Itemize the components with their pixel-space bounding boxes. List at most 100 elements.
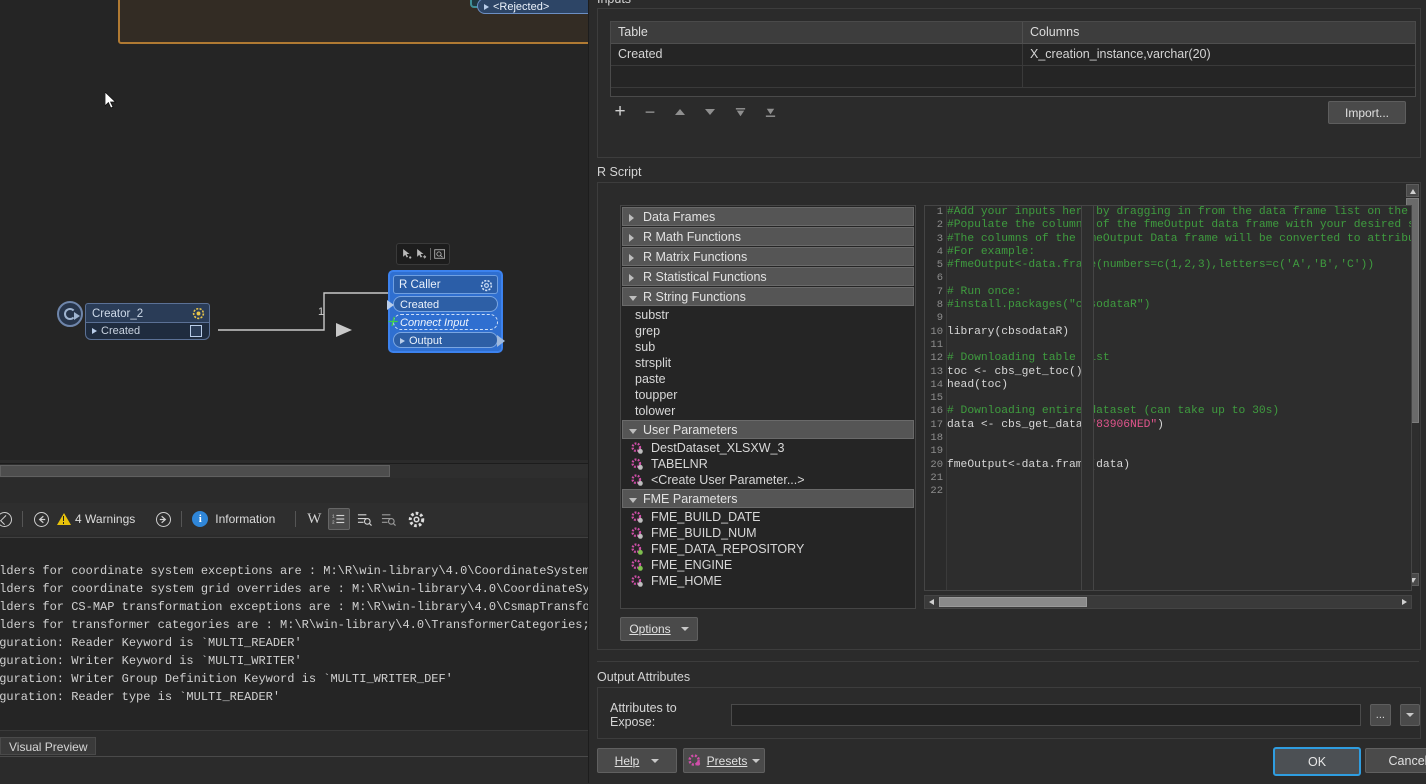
tree-group-data-frames[interactable]: Data Frames (622, 207, 914, 226)
table-row[interactable] (611, 66, 1415, 88)
code-line: #The columns of the fmeOutput Data frame… (947, 233, 1411, 246)
tree-item-label: toupper (635, 388, 678, 402)
table-row[interactable]: Created X_creation_instance,varchar(20) (611, 44, 1415, 66)
rejected-port[interactable]: <Rejected> (477, 0, 595, 14)
find-next-icon[interactable] (378, 509, 398, 529)
tree-group-r-statistical-functions[interactable]: R Statistical Functions (622, 267, 914, 286)
scroll-up-button[interactable] (1406, 184, 1419, 197)
code-content[interactable]: #Add your inputs here by dragging in fro… (947, 206, 1411, 499)
arrow-right-circle-icon[interactable] (153, 509, 173, 529)
tree-item[interactable]: FME_BUILD_DATE (621, 509, 915, 525)
script-elements-tree[interactable]: Data Frames R Math Functions R Matrix Func… (620, 205, 916, 609)
tree-group-r-string-functions[interactable]: R String Functions (622, 287, 914, 306)
tree-group-fme-parameters[interactable]: FME Parameters (622, 489, 914, 508)
chevron-right-icon[interactable] (629, 274, 634, 282)
tree-item[interactable]: FME_ENGINE (621, 557, 915, 573)
node-mini-toolbar[interactable] (396, 243, 450, 265)
tree-item[interactable]: <Create User Parameter...> (621, 472, 915, 488)
inputs-table[interactable]: Table Columns Created X_creation_instanc… (610, 21, 1416, 97)
line-numbers-icon[interactable]: 1 2 (328, 508, 351, 530)
run-arrow-icon[interactable] (415, 248, 427, 260)
arrow-left-circle-icon[interactable] (31, 509, 51, 529)
cancel-button[interactable]: Cancel (1365, 748, 1426, 773)
log-toolbar[interactable]: 4 Warnings i Information W 1 2 (0, 503, 595, 535)
output-attributes-group: Attributes to Expose: ... (597, 687, 1421, 739)
rcaller-port-created[interactable]: Created (387, 296, 498, 312)
tree-item[interactable]: toupper (621, 387, 915, 403)
move-down-icon[interactable] (702, 104, 718, 120)
tree-item[interactable]: paste (621, 371, 915, 387)
workspace-canvas[interactable]: <Rejected> 1 Creator_2 Created R Caller … (0, 0, 595, 460)
tree-item[interactable]: FME_HOME (621, 573, 915, 589)
tree-item[interactable]: tolower (621, 403, 915, 419)
rejected-node[interactable]: <Rejected> (470, 0, 595, 14)
cell-columns[interactable]: X_creation_instance,varchar(20) (1023, 44, 1415, 65)
code-vertical-scrollbar[interactable] (1081, 205, 1094, 591)
settings-gear-icon[interactable] (406, 509, 426, 529)
column-header-columns[interactable]: Columns (1023, 22, 1415, 43)
code-horizontal-scrollbar[interactable] (924, 595, 1412, 609)
tree-item[interactable]: TABELNR (621, 456, 915, 472)
line-number: 2 (936, 219, 943, 232)
scrollbar-thumb[interactable] (939, 597, 1087, 607)
r-script-editor[interactable]: 1 2 3 4 5 6 7 8 9 10 11 12 13 14 15 16 17 18 19 20 21 22 #Add… (924, 205, 1412, 591)
browse-button[interactable]: ... (1370, 704, 1391, 726)
tree-item[interactable]: grep (621, 323, 915, 339)
column-header-table[interactable]: Table (611, 22, 1023, 43)
move-bottom-icon[interactable] (762, 104, 778, 120)
tab-visual-preview[interactable]: Visual Preview (0, 737, 97, 755)
tree-item-label: <Create User Parameter...> (651, 473, 805, 487)
gear-icon[interactable] (192, 307, 205, 320)
node-rcaller[interactable]: R Caller Created ＋ Connect Input Output (386, 270, 505, 353)
scroll-right-button[interactable] (1398, 596, 1411, 608)
expose-dropdown-button[interactable] (1399, 704, 1421, 726)
move-up-icon[interactable] (672, 104, 688, 120)
creator-output-port[interactable]: Created (85, 323, 210, 340)
chevron-right-icon[interactable] (629, 234, 634, 242)
move-top-icon[interactable] (732, 104, 748, 120)
presets-button[interactable]: Presets (683, 748, 765, 773)
node-creator[interactable]: Creator_2 Created (57, 301, 210, 340)
options-button[interactable]: Options (620, 617, 698, 641)
rcaller-node-title-bar[interactable]: R Caller (393, 275, 498, 294)
help-button[interactable]: Help (597, 748, 677, 773)
add-icon[interactable]: + (612, 102, 628, 121)
tree-item[interactable]: FME_DATA_REPOSITORY (621, 541, 915, 557)
find-icon[interactable] (354, 509, 374, 529)
chevron-down-icon[interactable] (629, 498, 637, 503)
chevron-down-icon[interactable] (629, 429, 637, 434)
creator-node-title-bar[interactable]: Creator_2 (85, 303, 210, 323)
cell-table[interactable] (611, 66, 1023, 87)
canvas-horizontal-scrollbar[interactable] (0, 463, 595, 478)
inspect-icon[interactable] (433, 248, 445, 260)
scroll-left-button[interactable] (925, 596, 938, 608)
scrollbar-thumb[interactable] (0, 465, 390, 477)
rcaller-port-output[interactable]: Output (393, 332, 505, 348)
import-button[interactable]: Import... (1328, 101, 1406, 124)
ok-button[interactable]: OK (1273, 747, 1361, 776)
tree-group-r-matrix-functions[interactable]: R Matrix Functions (622, 247, 914, 266)
word-wrap-icon[interactable]: W (304, 509, 324, 529)
cell-table[interactable]: Created (611, 44, 1023, 65)
tree-group-user-parameters[interactable]: User Parameters (622, 420, 914, 439)
attributes-to-expose-input[interactable] (730, 704, 1362, 726)
tree-group-r-math-functions[interactable]: R Math Functions (622, 227, 914, 246)
tabbar-underline (0, 756, 595, 757)
log-output[interactable]: olders for coordinate system exceptions … (0, 537, 595, 730)
tree-item[interactable]: sub (621, 339, 915, 355)
chevron-down-icon[interactable] (629, 296, 637, 301)
select-arrow-icon[interactable] (401, 248, 412, 260)
tree-item[interactable]: FME_BUILD_NUM (621, 525, 915, 541)
tree-item[interactable]: strsplit (621, 355, 915, 371)
chevron-right-icon[interactable] (629, 254, 634, 262)
line-number: 19 (930, 445, 943, 458)
tree-item[interactable]: DestDataset_XLSXW_3 (621, 440, 915, 456)
cell-columns[interactable] (1023, 66, 1415, 87)
remove-icon[interactable]: − (642, 103, 658, 121)
rcaller-port-connect-input[interactable]: ＋ Connect Input (386, 314, 498, 330)
tree-item[interactable]: substr (621, 307, 915, 323)
chevron-right-icon[interactable] (629, 214, 634, 222)
first-page-icon[interactable] (0, 509, 14, 529)
gear-icon[interactable] (480, 279, 493, 292)
